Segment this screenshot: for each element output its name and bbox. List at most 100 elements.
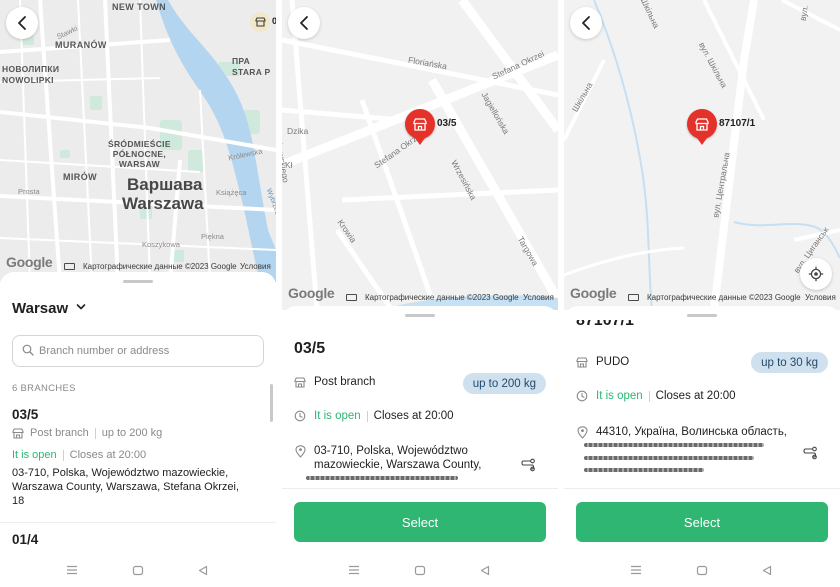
- recents-icon[interactable]: [66, 565, 78, 575]
- chevron-left-icon: [300, 16, 308, 30]
- map-background: [282, 0, 558, 310]
- back-nav-icon[interactable]: [762, 565, 772, 576]
- search-placeholder: Branch number or address: [39, 345, 170, 357]
- map-label-mirow: MIRÓW: [63, 172, 97, 182]
- city-map[interactable]: NEW TOWN Stawki MURANÓW НОВОЛИПКИ NOWOLI…: [0, 0, 276, 282]
- search-icon: [22, 344, 34, 356]
- chevron-left-icon: [582, 16, 590, 30]
- branch-pin-edge[interactable]: [250, 12, 270, 32]
- map-label-city-latin: Warszawa: [122, 194, 204, 213]
- select-button[interactable]: Select: [576, 502, 828, 542]
- map-terms-link[interactable]: Условия: [805, 293, 836, 302]
- chevron-down-icon[interactable]: [76, 303, 86, 311]
- home-icon[interactable]: [414, 565, 426, 576]
- branch-type: Post branch: [314, 376, 376, 388]
- branch-map[interactable]: Floriańska Stefana Okrzei Jagiellońska J…: [282, 0, 558, 310]
- sheet-grabber[interactable]: [405, 314, 435, 317]
- branch-address: 03-710, Polska, Województwo mazowieckie,…: [314, 445, 482, 471]
- city-selector-label[interactable]: Warsaw: [12, 300, 68, 317]
- branch-title: 87107/1: [576, 320, 634, 329]
- open-status: It is open: [596, 390, 643, 402]
- pudo-detail-screen: Шкільна вул. Шкільна вул. вул. Центральн…: [564, 0, 840, 587]
- route-icon[interactable]: [520, 458, 536, 472]
- location-pin-icon: [295, 445, 306, 458]
- recents-icon[interactable]: [348, 565, 360, 575]
- map-terms-link[interactable]: Условия: [523, 293, 554, 302]
- home-icon[interactable]: [132, 565, 144, 576]
- redacted-address-line: [306, 476, 458, 480]
- divider: [62, 449, 64, 461]
- map-label-koszykowa: Koszykowa: [142, 240, 180, 249]
- back-button[interactable]: [570, 7, 602, 39]
- open-status: It is open: [12, 449, 57, 461]
- branch-list-sheet: Warsaw Branch number or address 6 BRANCH…: [0, 272, 276, 587]
- street-label-dzika: Dzika: [287, 126, 309, 136]
- divider: [366, 410, 368, 422]
- redacted-address-line: [584, 456, 754, 460]
- map-label-new-town: NEW TOWN: [112, 2, 167, 12]
- list-item[interactable]: 03/5 Post branch up to 200 kg It is open…: [0, 400, 270, 516]
- map-label-stara: ПРА STARA P: [232, 56, 271, 77]
- street-label-kl: Kł: [285, 160, 293, 170]
- map-label-nowolipki: НОВОЛИПКИ NOWOLIPKI: [2, 64, 60, 85]
- pudo-detail-sheet: 87107/1 PUDO up to 30 kg It is open Clos…: [564, 306, 840, 587]
- branch-pin-label: 87107/1: [719, 118, 756, 129]
- branch-type: Post branch: [30, 427, 89, 439]
- sheet-grabber[interactable]: [687, 314, 717, 317]
- home-icon[interactable]: [696, 565, 708, 576]
- crosshair-icon: [808, 266, 824, 282]
- back-button[interactable]: [288, 7, 320, 39]
- map-data-attribution: Картографические данные ©2023 Google: [647, 293, 801, 302]
- list-item[interactable]: 01/4: [0, 525, 270, 555]
- branch-map[interactable]: Шкільна вул. Шкільна вул. вул. Центральн…: [564, 0, 840, 310]
- clock-icon: [576, 390, 588, 402]
- google-logo: Google: [570, 285, 617, 301]
- back-button[interactable]: [6, 7, 38, 39]
- closing-time: Closes at 20:00: [655, 390, 736, 402]
- weight-limit-badge: up to 30 kg: [751, 352, 828, 373]
- branch-detail-screen: Floriańska Stefana Okrzei Jagiellońska J…: [282, 0, 558, 587]
- my-location-button[interactable]: [800, 258, 832, 290]
- map-label-ksiazeca: Książęca: [216, 188, 247, 197]
- clock-icon: [294, 410, 306, 422]
- branch-address: 03-710, Polska, Województwo mazowieckie,…: [12, 467, 239, 507]
- back-nav-icon[interactable]: [480, 565, 490, 576]
- branch-pin-label: 03/5: [437, 118, 457, 129]
- branch-type-row: Post branch: [294, 376, 375, 388]
- branch-number: 01/4: [12, 532, 39, 547]
- branch-number: 03/5: [12, 407, 39, 422]
- phone-screens: NEW TOWN Stawki MURANÓW НОВОЛИПКИ NOWOLI…: [0, 0, 840, 587]
- system-nav-bar: [0, 557, 276, 587]
- sheet-grabber[interactable]: [123, 280, 153, 283]
- closing-time: Closes at 20:00: [373, 410, 454, 422]
- keyboard-shortcuts-icon[interactable]: [628, 294, 639, 301]
- map-terms-link[interactable]: Условия: [240, 262, 271, 271]
- store-icon: [254, 17, 266, 27]
- route-icon[interactable]: [802, 446, 818, 460]
- keyboard-shortcuts-icon[interactable]: [64, 263, 75, 270]
- google-logo: Google: [6, 254, 53, 270]
- system-nav-bar: [564, 557, 840, 587]
- google-logo: Google: [288, 285, 335, 301]
- branch-title-partial: 87107/1: [576, 320, 634, 330]
- system-nav-bar: [282, 557, 558, 587]
- recents-icon[interactable]: [630, 565, 642, 575]
- branch-pin[interactable]: [405, 109, 435, 145]
- branch-pin[interactable]: [687, 109, 717, 145]
- select-button[interactable]: Select: [294, 502, 546, 542]
- store-icon: [576, 356, 588, 368]
- map-label-muranow: MURANÓW: [55, 40, 107, 50]
- list-scrollbar[interactable]: [270, 384, 273, 422]
- map-label-srodmiescie: ŚRÓDMIEŚCIE PÓŁNOCNE, WARSAW: [108, 139, 171, 169]
- keyboard-shortcuts-icon[interactable]: [346, 294, 357, 301]
- branch-hours-row: It is open Closes at 20:00: [576, 390, 736, 402]
- map-data-attribution: Картографические данные ©2023 Google: [83, 262, 237, 271]
- list-divider: [0, 522, 276, 523]
- search-input[interactable]: Branch number or address: [12, 335, 264, 367]
- back-nav-icon[interactable]: [198, 565, 208, 576]
- branch-address: 44310, Україна, Волинська область,: [596, 426, 788, 438]
- store-icon: [413, 117, 427, 131]
- branch-detail-sheet: 03/5 Post branch up to 200 kg It is open…: [282, 306, 558, 587]
- branch-hours-row: It is open Closes at 20:00: [12, 449, 146, 461]
- chevron-left-icon: [18, 16, 26, 30]
